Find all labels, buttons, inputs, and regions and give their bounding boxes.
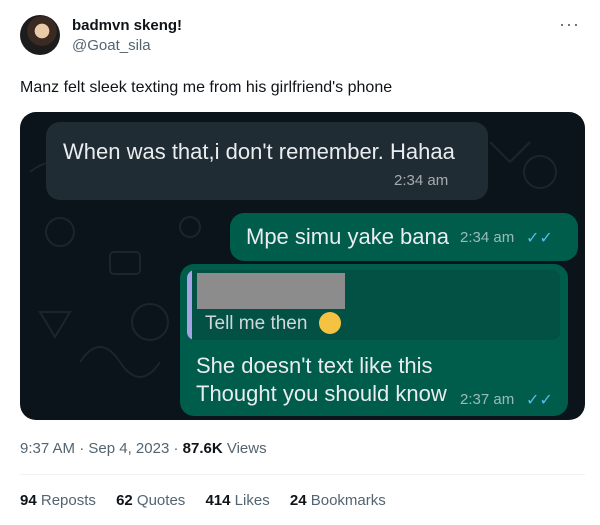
more-horizontal-icon[interactable]: ··· (559, 14, 580, 35)
reply-message-time: 2:37 am (460, 391, 515, 408)
reply-message-line1: She doesn't text like this (196, 353, 433, 378)
incoming-message-text: When was that,i don't remember. Hahaa (63, 139, 455, 164)
bookmarks-label: Bookmarks (310, 492, 386, 509)
incoming-message-bubble: When was that,i don't remember. Hahaa 2:… (46, 122, 488, 200)
reply-message-line2: Thought you should know (196, 381, 447, 406)
author-handle[interactable]: @Goat_sila (72, 37, 151, 54)
tweet-media-image[interactable]: When was that,i don't remember. Hahaa 2:… (20, 112, 585, 420)
quoted-message-text: Tell me then (205, 313, 308, 334)
bookmarks-stat[interactable]: 24 Bookmarks (290, 492, 386, 509)
author-name[interactable]: badmvn skeng! (72, 17, 182, 34)
likes-count: 414 (205, 492, 231, 509)
smiling-hearts-emoji-icon (319, 312, 341, 334)
quotes-label: Quotes (136, 492, 186, 509)
read-receipt-icon: ✓✓ (526, 230, 553, 247)
quotes-count: 62 (116, 492, 133, 509)
views-label: Views (226, 440, 267, 457)
separator: · (79, 440, 85, 457)
outgoing-message-time: 2:34 am (460, 229, 515, 246)
engagement-stats: 94 Reposts 62 Quotes 414 Likes 24 Bookma… (20, 492, 402, 509)
outgoing-message-bubble: Mpe simu yake bana 2:34 am ✓✓ (230, 213, 578, 261)
avatar[interactable] (20, 15, 60, 55)
separator: · (173, 440, 179, 457)
likes-stat[interactable]: 414 Likes (205, 492, 269, 509)
divider (20, 474, 585, 475)
likes-label: Likes (234, 492, 270, 509)
reposts-label: Reposts (40, 492, 96, 509)
incoming-message-time: 2:34 am (394, 172, 449, 189)
reposts-stat[interactable]: 94 Reposts (20, 492, 96, 509)
tweet-time[interactable]: 9:37 AM (20, 440, 75, 457)
bookmarks-count: 24 (289, 492, 307, 509)
quoted-message: Tell me then (187, 270, 560, 340)
reply-message-bubble: Tell me then She doesn't text like this … (180, 264, 568, 416)
read-receipt-icon: ✓✓ (526, 392, 553, 409)
tweet-date[interactable]: Sep 4, 2023 (88, 440, 169, 457)
tweet: badmvn skeng! @Goat_sila ··· Manz felt s… (0, 0, 600, 525)
outgoing-message-text: Mpe simu yake bana (246, 224, 449, 249)
tweet-text: Manz felt sleek texting me from his girl… (20, 79, 393, 96)
quotes-stat[interactable]: 62 Quotes (116, 492, 185, 509)
tweet-meta: 9:37 AM · Sep 4, 2023 · 87.6K Views (20, 440, 267, 457)
redacted-name (197, 273, 345, 309)
views-count: 87.6K (182, 440, 223, 457)
quote-bar (187, 270, 192, 340)
reposts-count: 94 (20, 492, 37, 509)
